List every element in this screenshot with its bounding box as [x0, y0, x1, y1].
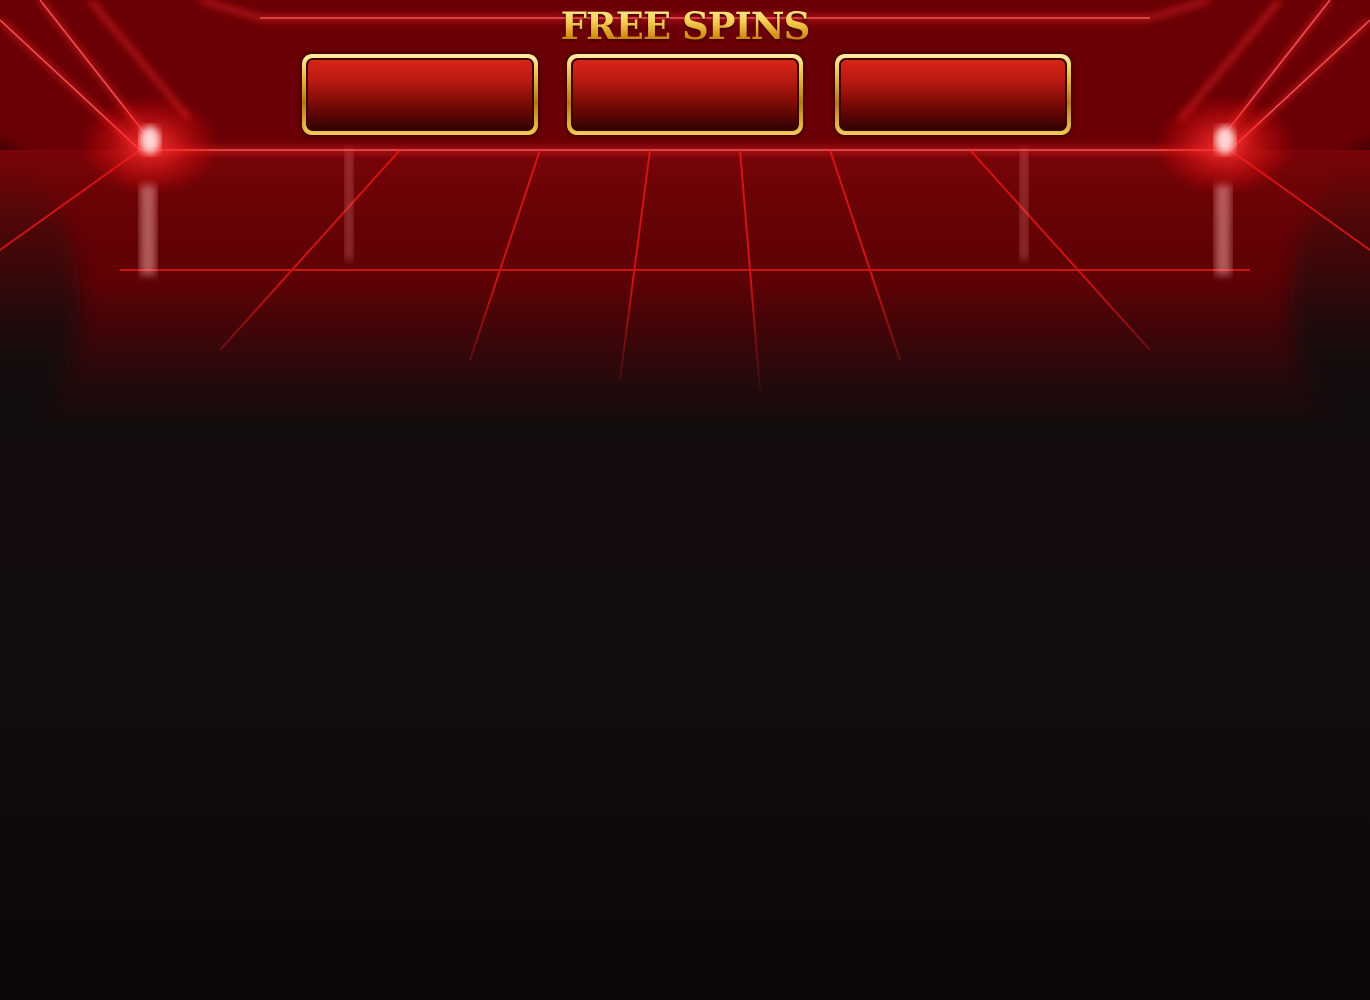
counter-box-inner [839, 58, 1067, 131]
game-scene: FREE SPINS [0, 0, 1370, 1000]
background-fade [0, 280, 1370, 440]
free-spins-counter-box-1 [302, 54, 538, 135]
free-spins-counter-box-2 [567, 54, 803, 135]
free-spins-counter-box-3 [835, 54, 1071, 135]
counter-box-inner [571, 58, 799, 131]
free-spins-title: FREE SPINS [0, 4, 1370, 48]
counter-box-inner [306, 58, 534, 131]
